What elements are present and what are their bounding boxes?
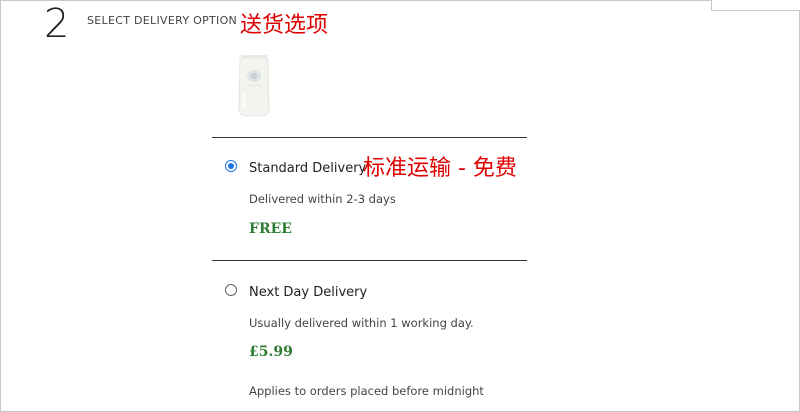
checkout-panel [0, 0, 800, 412]
standard-delivery-label[interactable]: Standard Delivery [249, 161, 366, 176]
next-day-delivery-description: Usually delivered within 1 working day. [249, 316, 474, 330]
standard-delivery-radio[interactable] [225, 160, 237, 172]
product-tube-icon [238, 55, 270, 117]
annotation-delivery-options: 送货选项 [240, 13, 329, 38]
divider-middle [212, 260, 527, 261]
next-day-delivery-radio[interactable] [225, 284, 237, 296]
next-day-delivery-label[interactable]: Next Day Delivery [249, 285, 367, 300]
next-day-delivery-note: Applies to orders placed before midnight [249, 384, 484, 398]
standard-delivery-description: Delivered within 2-3 days [249, 192, 396, 206]
annotation-standard-free: 标准运输 - 免费 [363, 156, 517, 181]
standard-delivery-price: FREE [249, 221, 292, 237]
product-image [236, 53, 272, 119]
step-number: 2 [44, 1, 70, 47]
divider-top [212, 137, 527, 138]
step-title: SELECT DELIVERY OPTION [87, 14, 238, 27]
next-day-delivery-price: £5.99 [249, 344, 293, 360]
top-right-panel-edge [711, 0, 800, 11]
